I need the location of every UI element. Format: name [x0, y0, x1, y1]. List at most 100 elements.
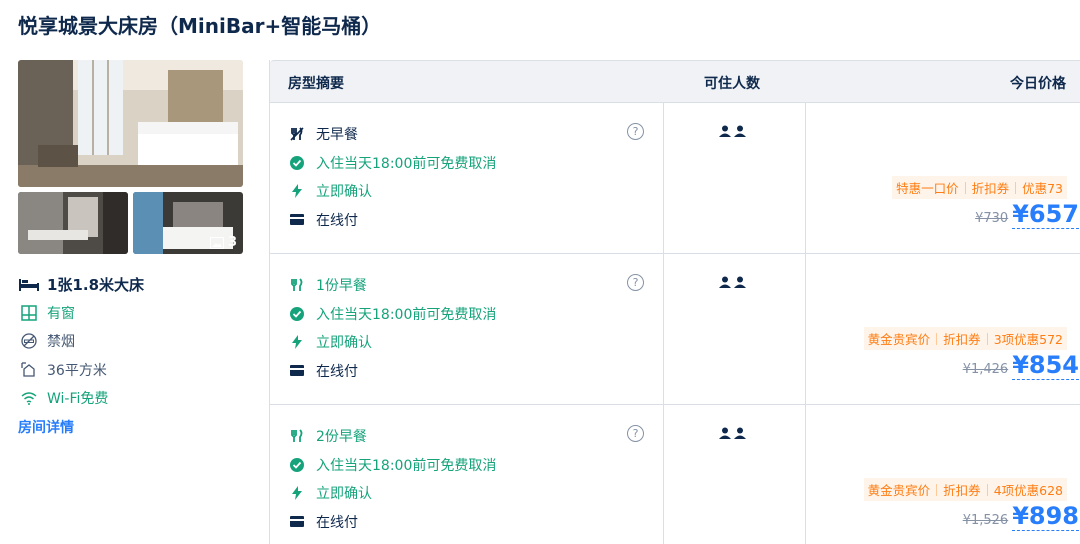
promo-tag: 折扣券	[943, 332, 981, 347]
original-price: ¥730	[975, 211, 1009, 226]
confirm-label: 立即确认	[316, 335, 372, 352]
image-icon	[209, 236, 224, 249]
confirm-info: 立即确认	[288, 177, 496, 206]
window-icon	[18, 305, 40, 321]
header-price: 今日价格	[1010, 76, 1066, 92]
person-icon	[734, 427, 746, 439]
price-box: ¥1,526 ¥898	[963, 502, 1079, 531]
bed-icon	[18, 277, 40, 292]
card-icon	[288, 214, 306, 226]
facility-label: 禁烟	[47, 334, 75, 351]
guest-capacity	[719, 125, 746, 137]
rate-plan-table: 房型摘要 可住人数 今日价格 无早餐 入住当天18:00前可免费取消 立即确认 …	[269, 60, 1080, 544]
room-photo-thumbnail-bathroom[interactable]	[18, 192, 128, 254]
room-photo-image	[18, 60, 243, 187]
meal-label: 1份早餐	[316, 278, 367, 295]
payment-info: 在线付	[288, 206, 496, 235]
promo-tag: 优惠73	[1022, 181, 1063, 196]
confirm-label: 立即确认	[316, 184, 372, 201]
area-icon	[18, 362, 40, 378]
room-details-link[interactable]: 房间详情	[18, 417, 74, 437]
breakfast-icon	[288, 278, 306, 292]
current-price[interactable]: ¥657	[1012, 200, 1079, 229]
meal-info: 2份早餐	[288, 422, 496, 451]
promo-tag: 黄金贵宾价	[867, 332, 931, 347]
rate-row: 1份早餐 入住当天18:00前可免费取消 立即确认 在线付 ? 黄金贵宾价 折扣…	[270, 253, 1080, 404]
no-smoking-icon	[18, 333, 40, 349]
person-icon	[734, 125, 746, 137]
price-box: ¥1,426 ¥854	[963, 351, 1079, 380]
help-icon[interactable]: ?	[627, 274, 644, 291]
confirm-info: 立即确认	[288, 479, 496, 508]
photo-count-label: 3	[227, 235, 237, 250]
promo-tag: 4项优惠628	[993, 483, 1063, 498]
check-circle-icon	[288, 306, 306, 321]
person-icon	[719, 276, 731, 288]
facility-area: 36平方米	[18, 356, 144, 385]
confirm-info: 立即确认	[288, 328, 496, 357]
card-icon	[288, 365, 306, 377]
promo-tag: 折扣券	[971, 181, 1010, 196]
promo-tags[interactable]: 黄金贵宾价 折扣券 3项优惠572	[863, 327, 1067, 350]
payment-info: 在线付	[288, 508, 496, 537]
guest-capacity	[719, 276, 746, 288]
room-title: 悦享城景大床房（MiniBar+智能马桶）	[18, 14, 382, 38]
meal-label: 2份早餐	[316, 429, 367, 446]
promo-tag: 折扣券	[943, 483, 981, 498]
room-photo-main[interactable]	[18, 60, 243, 187]
payment-info: 在线付	[288, 357, 496, 386]
promo-tags[interactable]: 黄金贵宾价 折扣券 4项优惠628	[863, 478, 1067, 501]
meal-label: 无早餐	[316, 127, 358, 144]
room-photo-thumbnail-bed[interactable]: 3	[133, 192, 243, 254]
check-circle-icon	[288, 457, 306, 472]
card-icon	[288, 516, 306, 528]
table-header: 房型摘要 可住人数 今日价格	[270, 60, 1080, 102]
guest-capacity	[719, 427, 746, 439]
no-breakfast-icon	[288, 127, 306, 141]
price-box: ¥730 ¥657	[975, 200, 1079, 229]
room-photo-image	[18, 192, 128, 254]
lightning-icon	[288, 335, 306, 350]
rate-row: 无早餐 入住当天18:00前可免费取消 立即确认 在线付 ? 特惠一口价 折扣券…	[270, 102, 1080, 253]
current-price[interactable]: ¥854	[1012, 351, 1079, 380]
original-price: ¥1,426	[962, 362, 1009, 377]
current-price[interactable]: ¥898	[1012, 502, 1079, 531]
wifi-icon	[18, 391, 40, 406]
cancel-policy: 入住当天18:00前可免费取消	[288, 300, 496, 329]
facility-bed: 1张1.8米大床	[18, 270, 144, 299]
payment-label: 在线付	[316, 212, 358, 229]
breakfast-icon	[288, 429, 306, 443]
facility-no-smoking: 禁烟	[18, 327, 144, 356]
promo-tags[interactable]: 特惠一口价 折扣券 优惠73	[892, 176, 1067, 199]
facility-label: 1张1.8米大床	[47, 275, 145, 294]
cancel-label: 入住当天18:00前可免费取消	[316, 155, 497, 172]
cancel-policy: 入住当天18:00前可免费取消	[288, 149, 496, 178]
photo-count: 3	[209, 235, 237, 250]
facility-label: 36平方米	[47, 362, 107, 379]
help-icon[interactable]: ?	[627, 123, 644, 140]
facility-wifi: Wi-Fi免费	[18, 384, 144, 413]
facility-label: Wi-Fi免费	[47, 391, 109, 408]
cancel-label: 入住当天18:00前可免费取消	[316, 457, 497, 474]
help-icon[interactable]: ?	[627, 425, 644, 442]
person-icon	[734, 276, 746, 288]
payment-label: 在线付	[316, 363, 358, 380]
cancel-label: 入住当天18:00前可免费取消	[316, 306, 497, 323]
person-icon	[719, 125, 731, 137]
original-price: ¥1,526	[962, 513, 1009, 528]
room-facilities: 1张1.8米大床 有窗 禁烟 36平方米 Wi-Fi免费	[18, 270, 144, 413]
promo-tag: 特惠一口价	[896, 181, 959, 196]
facility-window: 有窗	[18, 299, 144, 328]
promo-tag: 黄金贵宾价	[867, 483, 931, 498]
meal-info: 1份早餐	[288, 271, 496, 300]
lightning-icon	[288, 184, 306, 199]
header-guests: 可住人数	[704, 76, 760, 92]
facility-label: 有窗	[47, 305, 75, 322]
payment-label: 在线付	[316, 514, 358, 531]
promo-tag: 3项优惠572	[993, 332, 1063, 347]
check-circle-icon	[288, 155, 306, 170]
cancel-policy: 入住当天18:00前可免费取消	[288, 451, 496, 480]
header-room-summary: 房型摘要	[288, 76, 344, 92]
person-icon	[719, 427, 731, 439]
confirm-label: 立即确认	[316, 486, 372, 503]
